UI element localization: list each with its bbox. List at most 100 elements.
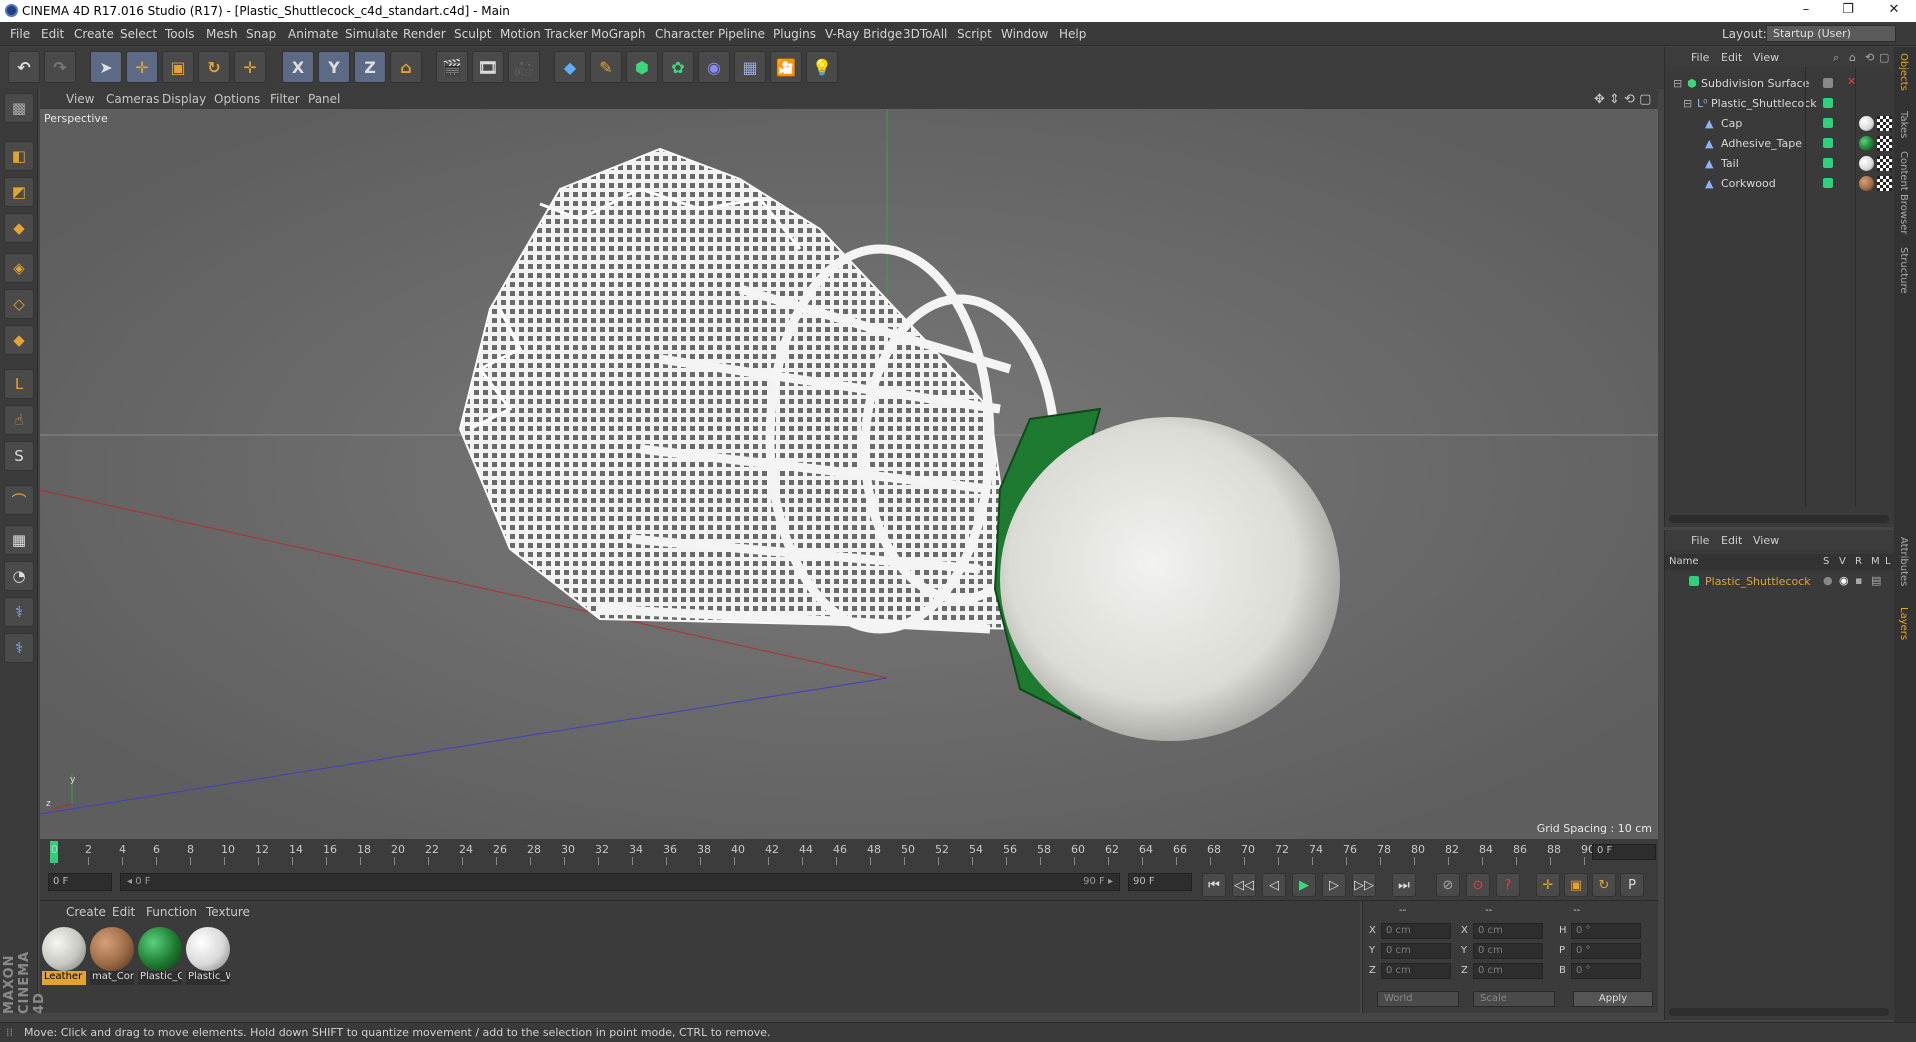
workplane-button[interactable]: ◆ bbox=[4, 213, 34, 243]
key-scale-button[interactable]: ▣ bbox=[1564, 873, 1588, 897]
viewport-menu-options[interactable]: Options bbox=[214, 92, 260, 106]
rotate-tool-button[interactable]: ↻ bbox=[198, 51, 230, 83]
collapse-icon[interactable]: ⊟ bbox=[1683, 97, 1692, 110]
render-view-button[interactable]: 🎬 bbox=[436, 51, 468, 83]
keyframe-selection-button[interactable]: ? bbox=[1496, 873, 1520, 897]
solo-mode-button[interactable]: S bbox=[4, 441, 34, 471]
cube-object-button[interactable]: ◆ bbox=[554, 51, 586, 83]
floor-button[interactable]: ▦ bbox=[734, 51, 766, 83]
menu-mesh[interactable]: Mesh bbox=[206, 27, 238, 41]
menu-animate[interactable]: Animate bbox=[288, 27, 338, 41]
menu-3dtoall[interactable]: 3DToAll bbox=[903, 27, 947, 41]
material-menu-edit[interactable]: Edit bbox=[112, 905, 135, 919]
layer-color-indicator[interactable] bbox=[1823, 118, 1833, 128]
menu-file[interactable]: File bbox=[10, 27, 30, 41]
coord-pos-x-field[interactable]: 0 cm bbox=[1381, 923, 1451, 939]
menu-plugins[interactable]: Plugins bbox=[773, 27, 816, 41]
subdivision-button[interactable]: ⬢ bbox=[626, 51, 658, 83]
python-script-button-1[interactable]: ⚕ bbox=[4, 597, 34, 627]
object-row-corkwood[interactable]: ▲ Corkwood bbox=[1665, 173, 1895, 193]
snap-button[interactable]: ⌒ bbox=[4, 485, 34, 515]
key-position-button[interactable]: ✛ bbox=[1536, 873, 1560, 897]
menu-tools[interactable]: Tools bbox=[165, 27, 195, 41]
preview-range-slider[interactable]: ◂ 0 F 90 F ▸ bbox=[120, 873, 1120, 891]
perspective-viewport[interactable]: Perspective y z Grid Spacing : 10 cm bbox=[40, 109, 1658, 839]
tab-layers[interactable]: Layers bbox=[1898, 607, 1909, 640]
tab-objects[interactable]: Objects bbox=[1898, 53, 1909, 91]
viewport-menu-panel[interactable]: Panel bbox=[308, 92, 340, 106]
object-manager-link-icon[interactable]: ⟲ bbox=[1865, 51, 1874, 64]
tab-attributes[interactable]: Attributes bbox=[1898, 537, 1909, 586]
move-tool-button[interactable]: ✛ bbox=[126, 51, 158, 83]
coord-rot-b-field[interactable]: 0 ° bbox=[1571, 963, 1641, 979]
tweak-mode-button[interactable]: ☝ bbox=[4, 405, 34, 435]
y-axis-button[interactable]: Y bbox=[318, 51, 350, 83]
restore-button[interactable]: ❐ bbox=[1838, 2, 1858, 20]
material-menu-function[interactable]: Function bbox=[146, 905, 197, 919]
coord-rot-h-field[interactable]: 0 ° bbox=[1571, 923, 1641, 939]
next-frame-button[interactable]: ▷ bbox=[1322, 873, 1346, 897]
coordinate-system-button[interactable]: ⌂ bbox=[390, 51, 422, 83]
python-script-button-2[interactable]: ⚕ bbox=[4, 633, 34, 663]
layer-manager-scrollbar[interactable] bbox=[1669, 1008, 1889, 1016]
model-mode-button[interactable]: ◧ bbox=[4, 141, 34, 171]
texture-tag-icon[interactable] bbox=[1877, 136, 1892, 151]
material-swatch-plastic-green[interactable]: Plastic_G bbox=[138, 927, 182, 987]
layer-render-toggle[interactable]: ▪ bbox=[1855, 574, 1862, 587]
make-editable-button[interactable]: ▩ bbox=[4, 93, 34, 123]
camera-button[interactable]: 🎦 bbox=[770, 51, 802, 83]
layer-visible-eye-icon[interactable]: ◉ bbox=[1839, 574, 1849, 587]
menu-create[interactable]: Create bbox=[74, 27, 114, 41]
material-tag-icon[interactable] bbox=[1859, 136, 1874, 151]
coord-pos-z-field[interactable]: 0 cm bbox=[1381, 963, 1451, 979]
texture-tag-icon[interactable] bbox=[1877, 176, 1892, 191]
menu-mograph[interactable]: MoGraph bbox=[591, 27, 646, 41]
visibility-toggle[interactable] bbox=[1823, 78, 1833, 88]
menu-motion-tracker[interactable]: Motion Tracker bbox=[500, 27, 588, 41]
close-button[interactable]: ✕ bbox=[1884, 2, 1904, 20]
menu-help[interactable]: Help bbox=[1059, 27, 1086, 41]
z-axis-button[interactable]: Z bbox=[354, 51, 386, 83]
object-row-adhesive-tape[interactable]: ▲ Adhesive_Tape bbox=[1665, 133, 1895, 153]
go-to-end-button[interactable]: ⏭ bbox=[1392, 873, 1416, 897]
recent-tool-button[interactable]: ✛ bbox=[234, 51, 266, 83]
menu-sculpt[interactable]: Sculpt bbox=[454, 27, 491, 41]
timeline-ruler[interactable]: 0 2 4 6 8 10 12 14 16 18 20 22 24 26 28 30 32 34 36 38 40 42 4… bbox=[40, 839, 1658, 867]
key-rotation-button[interactable]: ↻ bbox=[1592, 873, 1616, 897]
layer-color-indicator[interactable] bbox=[1823, 138, 1833, 148]
menu-vray-bridge[interactable]: V-Ray Bridge bbox=[825, 27, 902, 41]
key-parameter-button[interactable]: P bbox=[1620, 873, 1644, 897]
viewport-menu-view[interactable]: View bbox=[66, 92, 94, 106]
menu-edit[interactable]: Edit bbox=[41, 27, 64, 41]
material-swatch-plastic-white[interactable]: Plastic_W bbox=[186, 927, 230, 987]
material-menu-create[interactable]: Create bbox=[66, 905, 106, 919]
tab-takes[interactable]: Takes bbox=[1898, 111, 1909, 138]
texture-mode-button[interactable]: ◩ bbox=[4, 177, 34, 207]
undo-button[interactable]: ↶ bbox=[8, 51, 40, 83]
layer-row-plastic-shuttlecock[interactable]: Plastic_Shuttlecock ● ◉ ▪ ▤ bbox=[1665, 572, 1895, 592]
pen-spline-button[interactable]: ✎ bbox=[590, 51, 622, 83]
material-tag-icon[interactable] bbox=[1859, 156, 1874, 171]
menu-simulate[interactable]: Simulate bbox=[345, 27, 398, 41]
object-menu-edit[interactable]: Edit bbox=[1721, 51, 1742, 64]
x-axis-button[interactable]: X bbox=[282, 51, 314, 83]
coord-rot-p-field[interactable]: 0 ° bbox=[1571, 943, 1641, 959]
autokey-button[interactable]: ⊙ bbox=[1466, 873, 1490, 897]
previous-key-button[interactable]: ◁◁ bbox=[1232, 873, 1256, 897]
material-menu-texture[interactable]: Texture bbox=[206, 905, 250, 919]
lock-workplane-button[interactable]: ▦ bbox=[4, 525, 34, 555]
menu-select[interactable]: Select bbox=[120, 27, 157, 41]
coord-size-z-field[interactable]: 0 cm bbox=[1473, 963, 1543, 979]
object-manager-scrollbar[interactable] bbox=[1669, 515, 1889, 523]
layer-manager-toggle[interactable]: ▤ bbox=[1871, 574, 1881, 587]
coord-size-x-field[interactable]: 0 cm bbox=[1473, 923, 1543, 939]
object-menu-file[interactable]: File bbox=[1691, 51, 1709, 64]
menu-render[interactable]: Render bbox=[403, 27, 446, 41]
tab-content-browser[interactable]: Content Browser bbox=[1898, 151, 1909, 234]
texture-tag-icon[interactable] bbox=[1877, 116, 1892, 131]
edges-mode-button[interactable]: ◇ bbox=[4, 289, 34, 319]
material-swatch-leather[interactable]: Leather bbox=[42, 927, 86, 987]
live-selection-button[interactable]: ➤ bbox=[90, 51, 122, 83]
object-row-plastic-shuttlecock[interactable]: ⊟ L⁰ Plastic_Shuttlecock bbox=[1665, 93, 1895, 113]
next-key-button[interactable]: ▷▷ bbox=[1352, 873, 1376, 897]
